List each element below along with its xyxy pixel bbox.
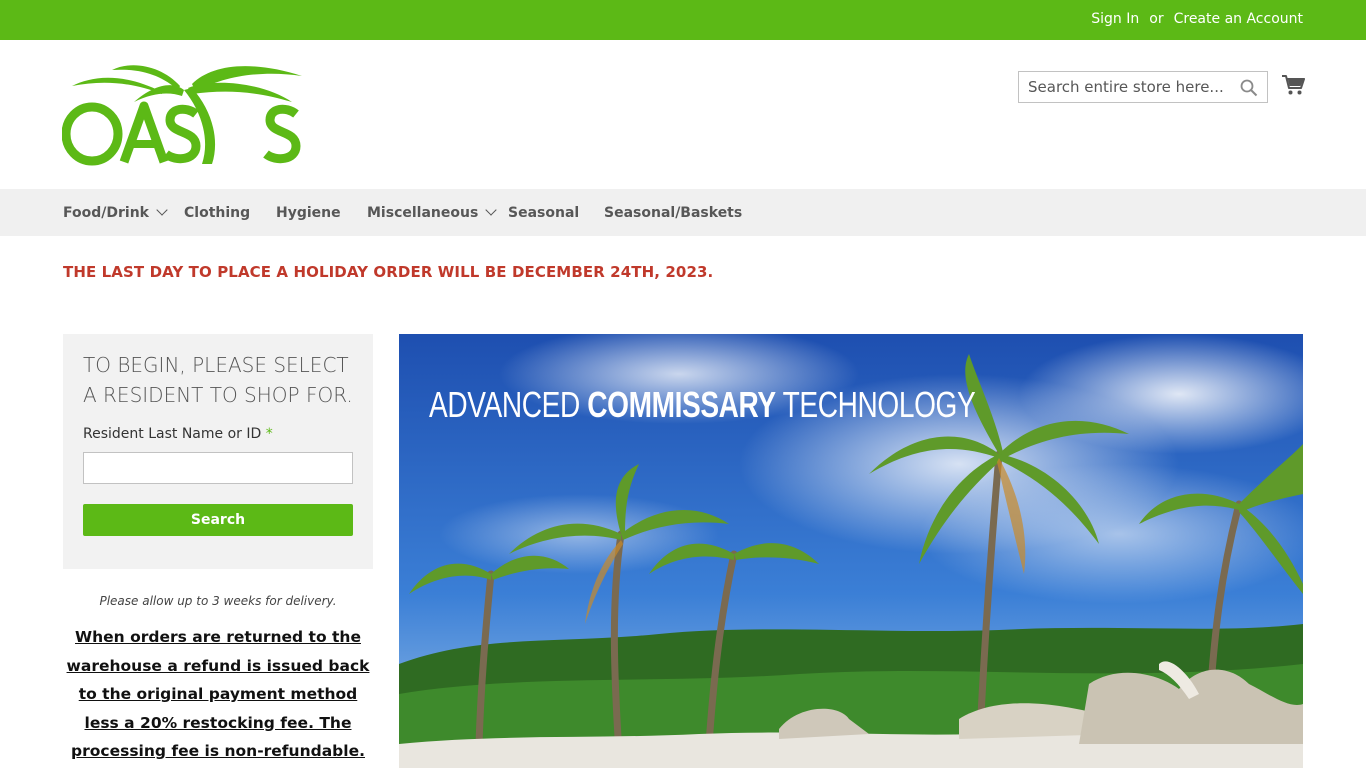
or-separator: or (1149, 11, 1164, 27)
field-label-text: Resident Last Name or ID (83, 426, 262, 442)
nav-item-food-drink[interactable]: Food/Drink (63, 204, 168, 221)
holiday-notice: THE LAST DAY TO PLACE A HOLIDAY ORDER WI… (63, 263, 714, 281)
resident-search-button[interactable]: Search (83, 504, 353, 536)
sign-in-link[interactable]: Sign In (1091, 11, 1139, 27)
nav-item-label: Miscellaneous (367, 205, 479, 221)
chevron-down-icon (485, 204, 497, 216)
resident-select-panel: TO BEGIN, PLEASE SELECT A RESIDENT TO SH… (63, 334, 373, 569)
nav-item-seasonal-baskets[interactable]: Seasonal/Baskets (604, 205, 742, 221)
resident-search-input[interactable] (83, 452, 353, 484)
nav-item-seasonal[interactable]: Seasonal (508, 205, 579, 221)
nav-item-label: Food/Drink (63, 205, 149, 221)
chevron-down-icon (156, 204, 168, 216)
search-icon[interactable] (1240, 79, 1258, 97)
store-search (1018, 71, 1268, 103)
hero-title: ADVANCED COMMISSARY TECHNOLOGY (429, 384, 976, 426)
header-links: Sign In or Create an Account (1091, 11, 1303, 27)
refund-policy: When orders are returned to the warehous… (66, 628, 370, 760)
nav-item-label: Clothing (184, 205, 251, 221)
hero-banner: ADVANCED COMMISSARY TECHNOLOGY (399, 334, 1303, 768)
panel-title: TO BEGIN, PLEASE SELECT A RESIDENT TO SH… (83, 353, 353, 407)
hero-title-part3: TECHNOLOGY (775, 384, 976, 425)
resident-field-label: Resident Last Name or ID * (83, 426, 273, 442)
nav-item-label: Seasonal/Baskets (604, 205, 743, 221)
nav-item-clothing[interactable]: Clothing (184, 205, 250, 221)
search-input[interactable] (1019, 72, 1229, 102)
top-bar: Sign In or Create an Account (0, 0, 1366, 40)
cart-icon[interactable] (1281, 74, 1305, 96)
nav-item-miscellaneous[interactable]: Miscellaneous (367, 204, 497, 221)
hero-title-part1: ADVANCED (429, 384, 588, 425)
hero-title-part2: COMMISSARY (587, 384, 776, 425)
delivery-note: Please allow up to 3 weeks for delivery. (99, 594, 337, 608)
required-marker: * (265, 426, 273, 442)
nav-item-label: Hygiene (276, 205, 341, 221)
create-account-link[interactable]: Create an Account (1174, 11, 1303, 27)
main-navigation: Food/Drink Clothing Hygiene Miscellaneou… (0, 189, 1366, 236)
nav-item-hygiene[interactable]: Hygiene (276, 205, 341, 221)
nav-item-label: Seasonal (508, 205, 580, 221)
oasis-logo-icon (61, 65, 302, 166)
store-logo[interactable] (61, 62, 306, 166)
